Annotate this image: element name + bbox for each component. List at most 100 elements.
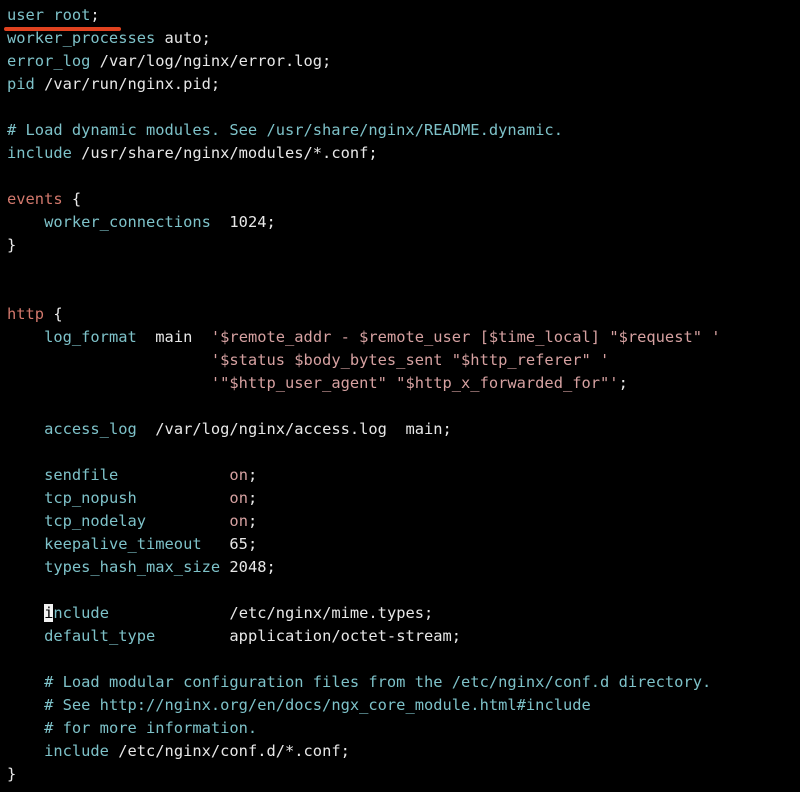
code-token: types_hash_max_size xyxy=(44,558,221,576)
code-lines[interactable]: user root; worker_processes auto; error_lo… xyxy=(0,4,800,786)
code-line[interactable]: user root; xyxy=(0,4,800,27)
code-token: /usr/share/nginx/modules/*.conf; xyxy=(71,144,378,162)
code-line[interactable]: include /etc/nginx/conf.d/*.conf; xyxy=(0,740,800,763)
code-token: /etc/nginx/mime.types; xyxy=(108,604,434,622)
code-token: application/octet-stream; xyxy=(155,627,462,645)
code-line[interactable]: default_type application/octet-stream; xyxy=(0,625,800,648)
code-token: 1024; xyxy=(210,213,276,231)
code-line[interactable]: keepalive_timeout 65; xyxy=(0,533,800,556)
code-token: nclude xyxy=(53,604,109,622)
code-token: ; xyxy=(247,489,258,507)
code-token: sendfile xyxy=(44,466,119,484)
code-token: tcp_nodelay xyxy=(44,512,147,530)
code-token: http xyxy=(7,305,45,323)
code-token: events xyxy=(7,190,63,208)
code-line[interactable]: worker_connections 1024; xyxy=(0,211,800,234)
code-token: { xyxy=(44,305,63,323)
code-line[interactable]: '"$http_user_agent" "$http_x_forwarded_f… xyxy=(0,372,800,395)
code-editor[interactable]: user root; worker_processes auto; error_lo… xyxy=(0,0,800,792)
code-token: # See http://nginx.org/en/docs/ngx_core_… xyxy=(44,696,591,714)
code-line[interactable]: tcp_nodelay on; xyxy=(0,510,800,533)
code-token: access_log xyxy=(44,420,137,438)
code-line[interactable]: http { xyxy=(0,303,800,326)
code-token: error_log xyxy=(7,52,91,70)
code-line[interactable]: tcp_nopush on; xyxy=(0,487,800,510)
code-line[interactable]: events { xyxy=(0,188,800,211)
text-cursor: i xyxy=(44,604,54,622)
code-token: include xyxy=(7,144,72,162)
code-line[interactable]: # for more information. xyxy=(0,717,800,740)
code-line[interactable] xyxy=(0,165,800,188)
code-token: on xyxy=(229,512,248,530)
code-token: include xyxy=(44,742,109,760)
code-token: on xyxy=(229,466,248,484)
code-token: } xyxy=(7,765,17,783)
code-line[interactable]: } xyxy=(0,763,800,786)
code-line[interactable]: } xyxy=(0,234,800,257)
code-token: '$status $body_bytes_sent "$http_referer… xyxy=(210,351,610,369)
code-line[interactable]: error_log /var/log/nginx/error.log; xyxy=(0,50,800,73)
code-token: '$remote_addr - $remote_user [$time_loca… xyxy=(210,328,721,346)
code-line[interactable] xyxy=(0,441,800,464)
code-token: tcp_nopush xyxy=(44,489,137,507)
code-token: { xyxy=(62,190,82,208)
code-token: /var/run/nginx.pid; xyxy=(34,75,221,93)
code-line[interactable]: sendfile on; xyxy=(0,464,800,487)
code-token: ; xyxy=(247,466,258,484)
code-line[interactable]: pid /var/run/nginx.pid; xyxy=(0,73,800,96)
code-token: worker_connections xyxy=(44,213,211,231)
code-token: ; xyxy=(247,512,258,530)
code-line[interactable]: # Load modular configuration files from … xyxy=(0,671,800,694)
code-token: worker_processes xyxy=(7,29,156,47)
code-line[interactable]: worker_processes auto; xyxy=(0,27,800,50)
code-token: user root xyxy=(7,6,91,24)
code-line[interactable]: # See http://nginx.org/en/docs/ngx_core_… xyxy=(0,694,800,717)
code-token: /var/log/nginx/access.log main; xyxy=(136,420,452,438)
code-line[interactable] xyxy=(0,280,800,303)
code-line[interactable] xyxy=(0,395,800,418)
code-token: } xyxy=(7,236,17,254)
code-line[interactable]: log_format main '$remote_addr - $remote_… xyxy=(0,326,800,349)
code-line[interactable] xyxy=(0,96,800,119)
code-token: /var/log/nginx/error.log; xyxy=(90,52,332,70)
code-token: /etc/nginx/conf.d/*.conf; xyxy=(108,742,350,760)
code-token: 65; xyxy=(201,535,258,553)
code-line[interactable] xyxy=(0,579,800,602)
code-token: default_type xyxy=(44,627,156,645)
code-token: main xyxy=(136,328,211,346)
code-line[interactable]: types_hash_max_size 2048; xyxy=(0,556,800,579)
code-line[interactable]: access_log /var/log/nginx/access.log mai… xyxy=(0,418,800,441)
code-token: # Load dynamic modules. See /usr/share/n… xyxy=(7,121,563,139)
code-line[interactable]: include /usr/share/nginx/modules/*.conf; xyxy=(0,142,800,165)
code-token: ; xyxy=(618,374,628,392)
code-line[interactable]: '$status $body_bytes_sent "$http_referer… xyxy=(0,349,800,372)
code-token: '"$http_user_agent" "$http_x_forwarded_f… xyxy=(210,374,619,392)
code-token: # for more information. xyxy=(44,719,258,737)
code-line[interactable] xyxy=(0,648,800,671)
code-token: ; xyxy=(90,6,100,24)
code-token: auto; xyxy=(155,29,211,47)
code-line[interactable]: include /etc/nginx/mime.types; xyxy=(0,602,800,625)
code-line[interactable]: # Load dynamic modules. See /usr/share/n… xyxy=(0,119,800,142)
code-token: on xyxy=(229,489,248,507)
code-line[interactable] xyxy=(0,257,800,280)
code-token: 2048; xyxy=(220,558,276,576)
code-token: log_format xyxy=(44,328,137,346)
